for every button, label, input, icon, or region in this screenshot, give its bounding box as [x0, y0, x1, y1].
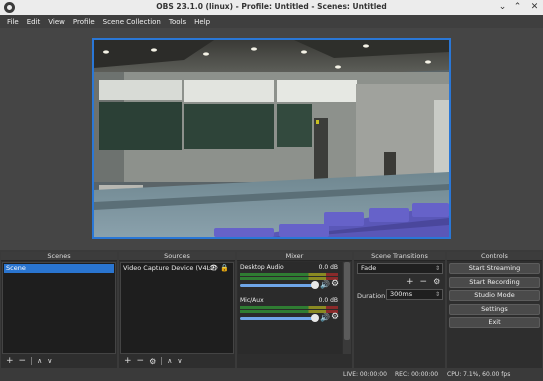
mixer-header: Mixer — [237, 252, 352, 261]
toolbar-separator — [31, 357, 33, 365]
minimize-button[interactable]: ⌄ — [497, 2, 508, 13]
mixer-scrollbar[interactable] — [343, 262, 351, 354]
volume-slider[interactable] — [240, 317, 315, 320]
maximize-button[interactable]: ⌃ — [512, 2, 523, 13]
speaker-icon[interactable]: 🔊 — [320, 313, 330, 322]
transition-toolbar: + − ⚙ — [406, 277, 440, 287]
channel-db: 0.0 dB — [318, 264, 338, 271]
status-bar: LIVE: 00:00:00 REC: 00:00:00 CPU: 7.1%, … — [0, 368, 543, 381]
scene-transitions-panel: Scene Transitions Fade ⇕ + − ⚙ Duration … — [354, 252, 445, 368]
sources-header: Sources — [119, 252, 235, 261]
video-preview[interactable] — [92, 38, 451, 239]
remove-source-button[interactable]: − — [137, 356, 145, 366]
transition-select[interactable]: Fade ⇕ — [357, 263, 443, 274]
controls-header: Controls — [447, 252, 542, 261]
transitions-header: Scene Transitions — [354, 252, 445, 261]
scene-list-item[interactable]: Scene — [4, 264, 114, 273]
sources-list[interactable]: Video Capture Device (V4L2) 👁 🔒 — [120, 262, 234, 354]
transition-properties-gear-icon[interactable]: ⚙ — [433, 277, 440, 287]
sources-panel: Sources Video Capture Device (V4L2) 👁 🔒 … — [119, 252, 235, 368]
remove-scene-button[interactable]: − — [19, 356, 27, 366]
window-titlebar: OBS 23.1.0 (linux) - Profile: Untitled -… — [0, 0, 543, 15]
move-scene-up-button[interactable]: ∧ — [37, 357, 42, 365]
scenes-header: Scenes — [1, 252, 117, 261]
settings-button[interactable]: Settings — [449, 304, 540, 315]
channel-name: Mic/Aux — [240, 297, 264, 304]
close-button[interactable]: ✕ — [529, 2, 540, 13]
start-recording-button[interactable]: Start Recording — [449, 277, 540, 288]
scenes-toolbar: + − ∧ ∨ — [2, 355, 116, 367]
live-timer: LIVE: 00:00:00 — [343, 371, 387, 378]
channel-name: Desktop Audio — [240, 264, 284, 271]
toolbar-separator — [161, 357, 163, 365]
scenes-panel: Scenes Scene + − ∧ ∨ — [1, 252, 117, 368]
menu-bar: File Edit View Profile Scene Collection … — [0, 15, 543, 28]
menu-tools[interactable]: Tools — [165, 18, 190, 26]
mixer-panel: Mixer Desktop Audio 0.0 dB 🔊 ⚙ Mic/Aux 0… — [237, 252, 352, 368]
volume-slider-handle[interactable] — [311, 314, 319, 322]
studio-mode-button[interactable]: Studio Mode — [449, 290, 540, 301]
menu-view[interactable]: View — [44, 18, 69, 26]
exit-button[interactable]: Exit — [449, 317, 540, 328]
gear-icon[interactable]: ⚙ — [331, 312, 339, 322]
channel-db: 0.0 dB — [318, 297, 338, 304]
visibility-lock-icons[interactable]: 👁 🔒 — [209, 264, 229, 273]
volume-meter — [240, 273, 338, 276]
menu-edit[interactable]: Edit — [23, 18, 45, 26]
spin-arrows-icon[interactable]: ⇕ — [435, 290, 440, 299]
menu-help[interactable]: Help — [190, 18, 214, 26]
volume-slider-handle[interactable] — [311, 281, 319, 289]
move-scene-down-button[interactable]: ∨ — [47, 357, 52, 365]
scrollbar-thumb[interactable] — [344, 262, 350, 340]
source-label: Video Capture Device (V4L2) — [123, 264, 217, 272]
controls-panel: Controls Start Streaming Start Recording… — [447, 252, 542, 368]
volume-meter — [240, 306, 338, 309]
source-properties-gear-icon[interactable]: ⚙ — [149, 357, 156, 366]
move-source-up-button[interactable]: ∧ — [167, 357, 172, 365]
add-source-button[interactable]: + — [124, 356, 132, 366]
scenes-list[interactable]: Scene — [2, 262, 116, 354]
move-source-down-button[interactable]: ∨ — [177, 357, 182, 365]
menu-scene-collection[interactable]: Scene Collection — [99, 18, 165, 26]
duration-label: Duration — [357, 292, 386, 300]
window-title: OBS 23.1.0 (linux) - Profile: Untitled -… — [156, 2, 387, 11]
menu-file[interactable]: File — [3, 18, 23, 26]
add-scene-button[interactable]: + — [6, 356, 14, 366]
mixer-channels: Desktop Audio 0.0 dB 🔊 ⚙ Mic/Aux 0.0 dB … — [238, 262, 342, 354]
rec-timer: REC: 00:00:00 — [395, 371, 439, 378]
menu-profile[interactable]: Profile — [69, 18, 99, 26]
speaker-icon[interactable]: 🔊 — [320, 280, 330, 289]
duration-value: 300ms — [390, 290, 413, 298]
start-streaming-button[interactable]: Start Streaming — [449, 263, 540, 274]
sources-toolbar: + − ⚙ ∧ ∨ — [120, 355, 234, 367]
source-list-item[interactable]: Video Capture Device (V4L2) 👁 🔒 — [123, 264, 231, 273]
mixer-channel-desktop-audio: Desktop Audio 0.0 dB 🔊 ⚙ — [240, 264, 340, 300]
volume-slider[interactable] — [240, 284, 315, 287]
add-transition-button[interactable]: + — [406, 277, 414, 287]
gear-icon[interactable]: ⚙ — [331, 279, 339, 289]
remove-transition-button[interactable]: − — [420, 277, 428, 287]
lecture-hall-image — [94, 40, 449, 237]
cpu-fps: CPU: 7.1%, 60.00 fps — [447, 371, 511, 378]
spin-arrows-icon: ⇕ — [434, 265, 440, 272]
mixer-channel-mic-aux: Mic/Aux 0.0 dB 🔊 ⚙ — [240, 297, 340, 333]
duration-spinbox[interactable]: 300ms ⇕ — [386, 289, 443, 300]
transition-select-value: Fade — [361, 264, 377, 272]
